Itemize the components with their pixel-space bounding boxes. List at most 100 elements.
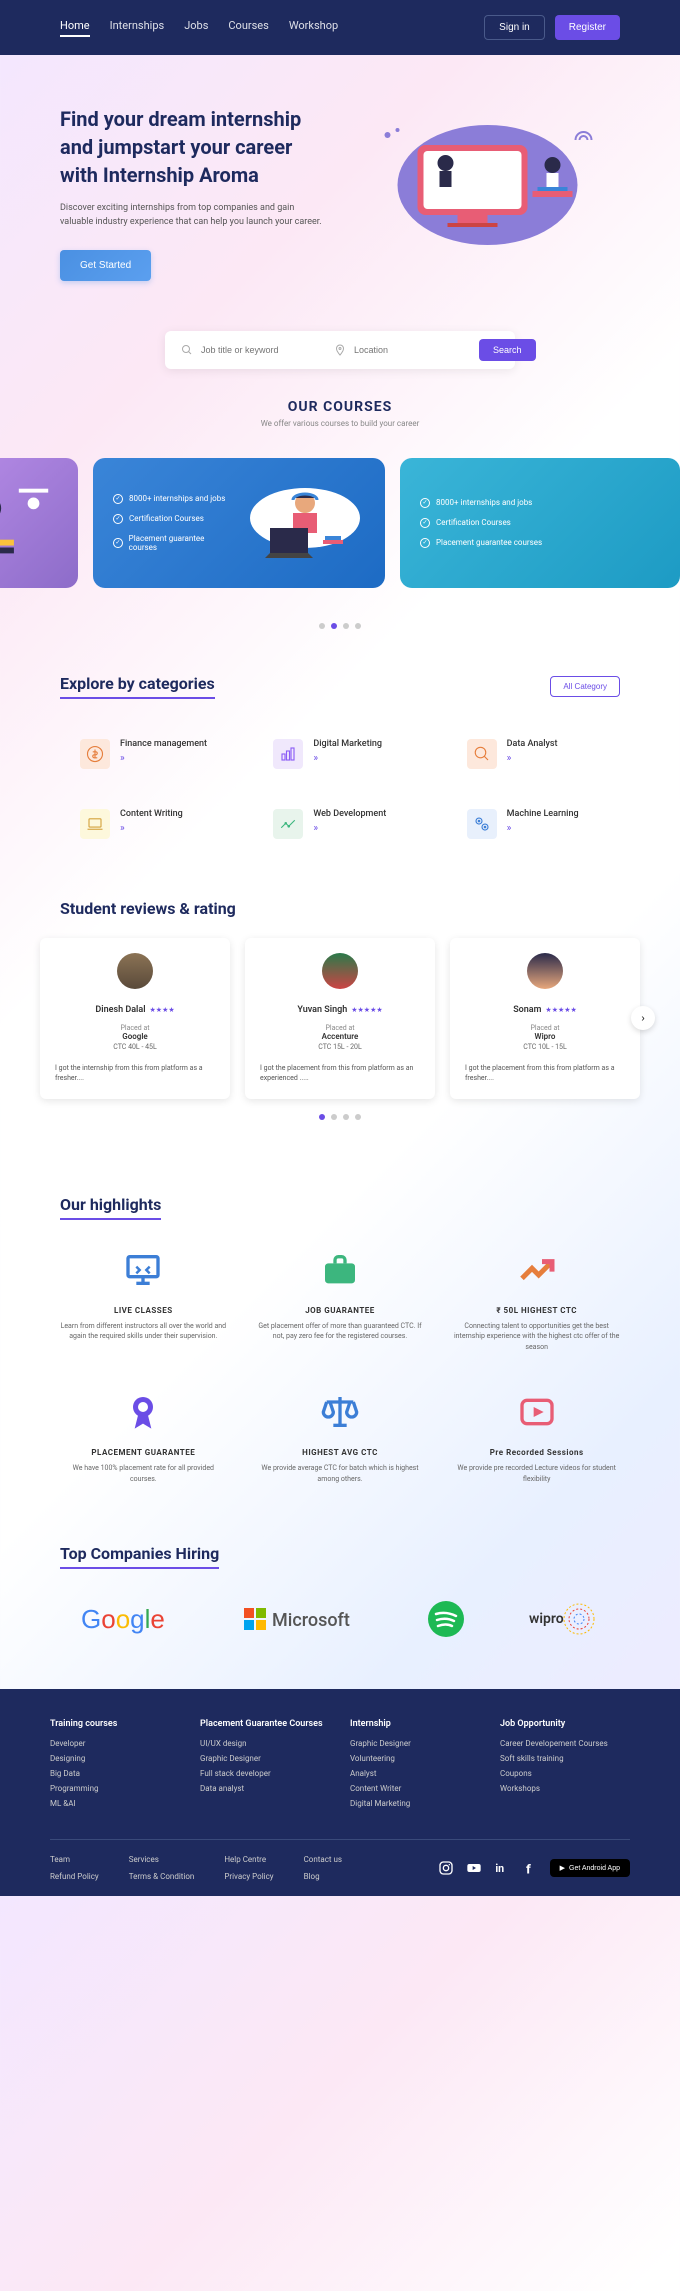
category-analyst[interactable]: Data Analyst» — [467, 739, 600, 769]
ctc-value: CTC 40L - 45L — [55, 1043, 215, 1051]
facebook-icon[interactable]: f — [522, 1860, 538, 1876]
footer-heading: Job Opportunity — [500, 1719, 630, 1729]
dot[interactable] — [319, 1114, 325, 1120]
search-keyword-field — [173, 344, 326, 356]
footer-link[interactable]: Graphic Designer — [350, 1739, 480, 1748]
review-text: I got the internship from this from plat… — [55, 1063, 215, 1084]
android-app-button[interactable]: ▶Get Android App — [550, 1859, 630, 1877]
footer-link[interactable]: Career Developement Courses — [500, 1739, 630, 1748]
footer-link[interactable]: Workshops — [500, 1784, 630, 1793]
get-started-button[interactable]: Get Started — [60, 250, 151, 281]
instagram-icon[interactable] — [438, 1860, 454, 1876]
dot[interactable] — [355, 623, 361, 629]
nav-jobs[interactable]: Jobs — [184, 19, 208, 37]
footer-link[interactable]: Big Data — [50, 1769, 180, 1778]
company-name: Google — [55, 1032, 215, 1041]
dot[interactable] — [331, 623, 337, 629]
next-arrow-button[interactable]: › — [631, 1006, 655, 1030]
footer-link[interactable]: Programming — [50, 1784, 180, 1793]
search-button[interactable]: Search — [479, 339, 536, 361]
footer-link[interactable]: Blog — [304, 1872, 342, 1881]
search-bar: Search — [165, 331, 515, 369]
course-card[interactable] — [0, 458, 78, 588]
highlight-desc: We provide average CTC for batch which i… — [257, 1463, 424, 1484]
footer-link[interactable]: Analyst — [350, 1769, 480, 1778]
dot[interactable] — [331, 1114, 337, 1120]
placed-label: Placed at — [260, 1024, 420, 1032]
footer-social: in f ▶Get Android App — [438, 1859, 630, 1877]
category-name: Web Development — [313, 809, 406, 819]
footer-link[interactable]: Designing — [50, 1754, 180, 1763]
hero-title: Find your dream internship and jumpstart… — [60, 105, 325, 189]
footer-link[interactable]: Graphic Designer — [200, 1754, 330, 1763]
highlight-desc: We have 100% placement rate for all prov… — [60, 1463, 227, 1484]
monitor-icon — [60, 1250, 227, 1298]
category-webdev[interactable]: Web Development » — [273, 809, 406, 839]
stars-icon: ★★★★★ — [545, 1006, 576, 1014]
play-icon — [453, 1392, 620, 1440]
keyword-input[interactable] — [201, 345, 318, 355]
linkedin-icon[interactable]: in — [494, 1860, 510, 1876]
dot[interactable] — [343, 1114, 349, 1120]
all-category-button[interactable]: All Category — [550, 676, 620, 697]
dot[interactable] — [355, 1114, 361, 1120]
course-card[interactable]: ✓8000+ internships and jobs ✓Certificati… — [400, 458, 680, 588]
check-icon: ✓ — [113, 514, 123, 524]
category-writing[interactable]: Content Writing» — [80, 809, 213, 839]
course-card[interactable]: ✓8000+ internships and jobs ✓Certificati… — [93, 458, 385, 588]
register-button[interactable]: Register — [555, 15, 620, 40]
footer-col-placement: Placement Guarantee Courses UI/UX design… — [200, 1719, 330, 1814]
footer-link[interactable]: Refund Policy — [50, 1872, 99, 1881]
hero-text: Find your dream internship and jumpstart… — [60, 105, 325, 281]
footer-link[interactable]: Full stack developer — [200, 1769, 330, 1778]
footer-link[interactable]: Data analyst — [200, 1784, 330, 1793]
footer-link[interactable]: Team — [50, 1855, 99, 1864]
dot[interactable] — [319, 623, 325, 629]
review-dots — [40, 1114, 640, 1120]
arrow-icon: » — [313, 823, 406, 834]
arrow-icon: » — [507, 753, 600, 764]
footer-link[interactable]: Digital Marketing — [350, 1799, 480, 1808]
nav-workshop[interactable]: Workshop — [289, 19, 338, 37]
category-ml[interactable]: Machine Learning» — [467, 809, 600, 839]
laptop-icon — [80, 809, 110, 839]
category-finance[interactable]: Finance management » — [80, 739, 213, 769]
signin-button[interactable]: Sign in — [484, 15, 545, 40]
svg-text:Microsoft: Microsoft — [272, 1610, 350, 1631]
footer-link[interactable]: Developer — [50, 1739, 180, 1748]
briefcase-icon — [257, 1250, 424, 1298]
footer-col-internship: Internship Graphic Designer Volunteering… — [350, 1719, 480, 1814]
category-marketing[interactable]: Digital Marketing» — [273, 739, 406, 769]
footer-link[interactable]: Coupons — [500, 1769, 630, 1778]
stars-icon: ★★★★ — [150, 1006, 175, 1014]
courses-title: OUR COURSES — [0, 399, 680, 415]
search-location-field — [326, 344, 479, 356]
location-input[interactable] — [354, 345, 471, 355]
reviews-section: Student reviews & rating Dinesh Dalal ★★… — [0, 869, 680, 1165]
footer-link[interactable]: Contact us — [304, 1855, 342, 1864]
nav-home[interactable]: Home — [60, 19, 90, 37]
footer-link[interactable]: Volunteering — [350, 1754, 480, 1763]
courses-carousel: ✓8000+ internships and jobs ✓Certificati… — [0, 438, 680, 608]
nav-internships[interactable]: Internships — [110, 19, 165, 37]
nav-courses[interactable]: Courses — [228, 19, 268, 37]
dot[interactable] — [343, 623, 349, 629]
microsoft-logo: Microsoft — [244, 1604, 364, 1634]
youtube-icon[interactable] — [466, 1860, 482, 1876]
course-feature: ✓8000+ internships and jobs — [113, 494, 230, 504]
category-name: Finance management — [120, 739, 213, 749]
chart-icon — [273, 739, 303, 769]
arrow-icon: » — [507, 823, 600, 834]
trending-icon — [453, 1250, 620, 1298]
footer-link[interactable]: Services — [129, 1855, 195, 1864]
footer-link[interactable]: Help Centre — [224, 1855, 273, 1864]
footer-link[interactable]: UI/UX design — [200, 1739, 330, 1748]
footer-link[interactable]: ML &AI — [50, 1799, 180, 1808]
footer-link[interactable]: Soft skills training — [500, 1754, 630, 1763]
review-card: Sonam ★★★★★ Placed at Wipro CTC 10L - 15… — [450, 938, 640, 1099]
arrow-icon: » — [120, 753, 213, 764]
footer-link[interactable]: Content Writer — [350, 1784, 480, 1793]
footer-link[interactable]: Terms & Condition — [129, 1872, 195, 1881]
course-feature: ✓Certification Courses — [113, 514, 230, 524]
footer-link[interactable]: Privacy Policy — [224, 1872, 273, 1881]
